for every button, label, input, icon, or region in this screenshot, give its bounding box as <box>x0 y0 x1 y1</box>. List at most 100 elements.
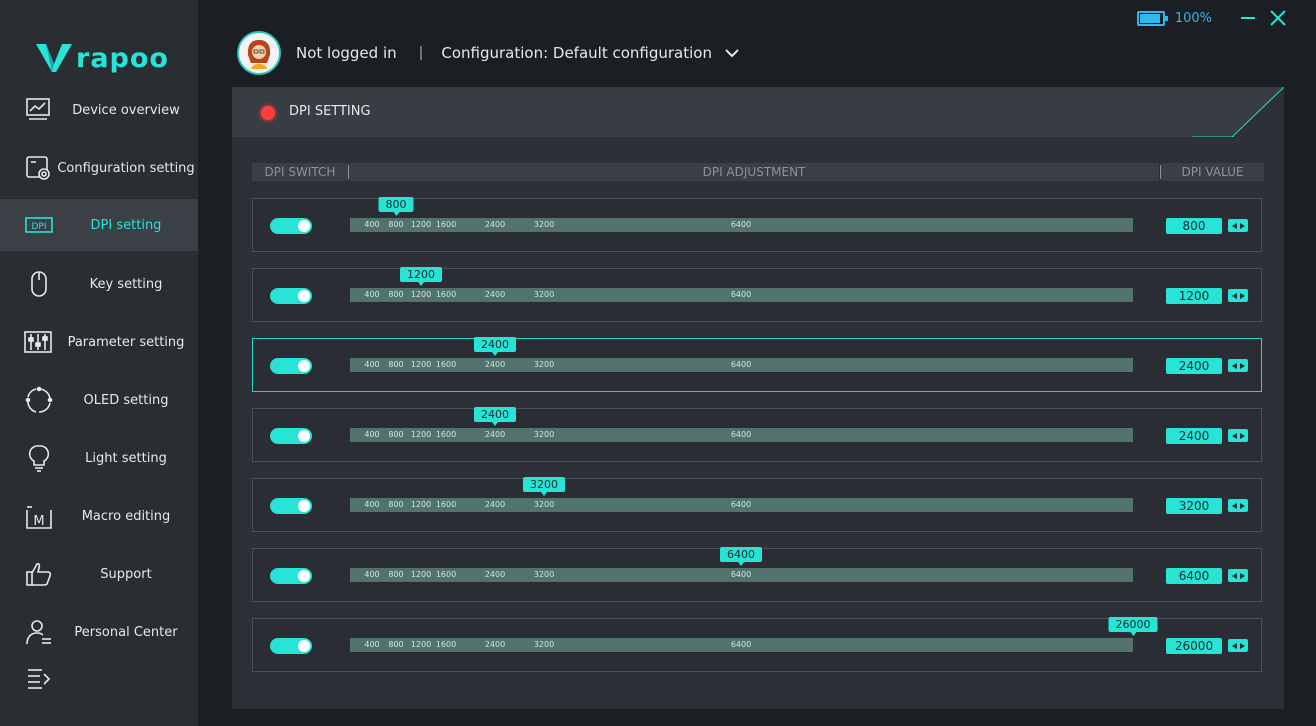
increase-dpi-button[interactable] <box>1239 292 1245 299</box>
decrease-dpi-button[interactable] <box>1231 432 1237 439</box>
dpi-switch-toggle[interactable] <box>270 568 312 584</box>
dpi-slider-track[interactable]: 400 800 1200 1600 2400 3200 6400 2400 <box>350 337 1133 372</box>
dpi-slider-track[interactable]: 400 800 1200 1600 2400 3200 6400 800 <box>350 197 1133 232</box>
dpi-switch-toggle[interactable] <box>270 428 312 444</box>
dpi-tick-label: 800 <box>388 570 404 579</box>
dpi-row[interactable]: 400 800 1200 1600 2400 3200 6400 1200 1200 <box>252 267 1262 322</box>
dpi-stepper <box>1228 569 1248 582</box>
dpi-row[interactable]: 400 800 1200 1600 2400 3200 6400 6400 6400 <box>252 547 1262 602</box>
sidebar-item-oled-setting[interactable]: OLED setting <box>0 374 198 426</box>
increase-dpi-button[interactable] <box>1239 572 1245 579</box>
sidebar-item-macro-editing[interactable]: M Macro editing <box>0 490 198 542</box>
dpi-tick-label: 400 <box>364 220 380 229</box>
dpi-row[interactable]: 400 800 1200 1600 2400 3200 6400 2400 2400 <box>252 337 1262 392</box>
dpi-tick-label: 3200 <box>533 430 555 439</box>
dpi-slider-handle[interactable]: 800 <box>378 197 414 216</box>
configuration-selector[interactable]: Configuration: Default configuration <box>441 44 712 62</box>
avatar[interactable] <box>237 31 281 75</box>
decrease-dpi-button[interactable] <box>1231 222 1237 229</box>
dpi-switch-toggle[interactable] <box>270 288 312 304</box>
dpi-tick-label: 1600 <box>435 570 457 579</box>
dpi-tick-label: 1200 <box>410 220 432 229</box>
increase-dpi-button[interactable] <box>1239 432 1245 439</box>
dpi-switch-toggle[interactable] <box>270 638 312 654</box>
dpi-row[interactable]: 400 800 1200 1600 2400 3200 6400 2400 2400 <box>252 407 1262 462</box>
dpi-slider-track[interactable]: 400 800 1200 1600 2400 3200 6400 26000 <box>350 617 1158 652</box>
dpi-stepper <box>1228 499 1248 512</box>
sidebar-item-support[interactable]: Support <box>0 548 198 600</box>
thumbs-up-icon <box>24 560 54 588</box>
lightbulb-icon <box>24 444 54 472</box>
dpi-tick-label: 6400 <box>730 290 752 299</box>
dpi-value-input[interactable]: 3200 <box>1166 498 1222 514</box>
dpi-row[interactable]: 400 800 1200 1600 2400 3200 6400 3200 3200 <box>252 477 1262 532</box>
dpi-value-input[interactable]: 2400 <box>1166 358 1222 374</box>
decrease-dpi-button[interactable] <box>1231 292 1237 299</box>
chevron-down-icon[interactable] <box>724 45 740 61</box>
decrease-dpi-button[interactable] <box>1231 502 1237 509</box>
dpi-slider-handle[interactable]: 26000 <box>1108 617 1158 636</box>
dpi-row[interactable]: 400 800 1200 1600 2400 3200 6400 800 800 <box>252 197 1262 252</box>
dpi-value-input[interactable]: 2400 <box>1166 428 1222 444</box>
dpi-value-input[interactable]: 800 <box>1166 218 1222 234</box>
decrease-dpi-button[interactable] <box>1231 572 1237 579</box>
dpi-value-input[interactable]: 26000 <box>1166 638 1222 654</box>
column-header-switch: DPI SWITCH <box>252 163 348 181</box>
toggle-knob <box>298 220 310 232</box>
dpi-tick-label: 3200 <box>533 360 555 369</box>
dpi-tick-label: 800 <box>388 360 404 369</box>
sidebar-item-light-setting[interactable]: Light setting <box>0 432 198 484</box>
sidebar-item-configuration-setting[interactable]: Configuration setting <box>0 142 198 194</box>
close-button[interactable] <box>1268 8 1288 28</box>
dpi-slider-handle[interactable]: 1200 <box>400 267 442 286</box>
dpi-tick-label: 1600 <box>435 500 457 509</box>
column-header-adjustment: DPI ADJUSTMENT <box>349 163 1159 181</box>
dpi-tick-label: 400 <box>364 640 380 649</box>
decrease-dpi-button[interactable] <box>1231 362 1237 369</box>
sidebar-item-device-overview[interactable]: Device overview <box>0 84 198 136</box>
battery-icon <box>1136 10 1168 26</box>
toggle-knob <box>298 640 310 652</box>
header: Not logged in | Configuration: Default c… <box>237 30 740 76</box>
dpi-slider-handle[interactable]: 2400 <box>474 407 516 426</box>
sidebar-item-parameter-setting[interactable]: Parameter setting <box>0 316 198 368</box>
dpi-switch-toggle[interactable] <box>270 218 312 234</box>
dpi-slider-handle[interactable]: 6400 <box>720 547 762 566</box>
sidebar-item-label: OLED setting <box>83 392 169 408</box>
dpi-tick-label: 800 <box>388 220 404 229</box>
dpi-tick-label: 1600 <box>435 360 457 369</box>
window-controls: 100% <box>1136 6 1288 30</box>
increase-dpi-button[interactable] <box>1239 502 1245 509</box>
sidebar-item-personal-center[interactable]: Personal Center <box>0 606 198 658</box>
sidebar-item-dpi-setting[interactable]: DPI DPI setting <box>0 199 198 251</box>
svg-text:DPI: DPI <box>31 222 46 232</box>
dpi-slider-track[interactable]: 400 800 1200 1600 2400 3200 6400 1200 <box>350 267 1133 302</box>
dpi-icon: DPI <box>24 211 54 239</box>
status-dot <box>261 106 275 120</box>
dpi-tick-label: 1600 <box>435 430 457 439</box>
dpi-slider-track[interactable]: 400 800 1200 1600 2400 3200 6400 2400 <box>350 407 1133 442</box>
dpi-slider-handle[interactable]: 3200 <box>523 477 565 496</box>
login-status[interactable]: Not logged in <box>296 44 397 62</box>
sidebar-item-key-setting[interactable]: Key setting <box>0 258 198 310</box>
minimize-button[interactable] <box>1238 8 1258 28</box>
collapse-menu-icon[interactable] <box>25 666 53 692</box>
rapoo-logo-icon <box>36 44 72 72</box>
increase-dpi-button[interactable] <box>1239 222 1245 229</box>
dpi-slider-track[interactable]: 400 800 1200 1600 2400 3200 6400 6400 <box>350 547 1133 582</box>
dpi-switch-toggle[interactable] <box>270 498 312 514</box>
toggle-knob <box>298 430 310 442</box>
dpi-tick-label: 6400 <box>730 640 752 649</box>
increase-dpi-button[interactable] <box>1239 642 1245 649</box>
dpi-slider-track[interactable]: 400 800 1200 1600 2400 3200 6400 3200 <box>350 477 1133 512</box>
decrease-dpi-button[interactable] <box>1231 642 1237 649</box>
battery-percentage: 100% <box>1174 10 1212 26</box>
dpi-slider-handle[interactable]: 2400 <box>474 337 516 356</box>
person-icon <box>24 618 54 646</box>
config-gear-icon <box>24 154 54 182</box>
dpi-value-input[interactable]: 1200 <box>1166 288 1222 304</box>
dpi-row[interactable]: 400 800 1200 1600 2400 3200 6400 26000 26000 <box>252 617 1262 672</box>
dpi-value-input[interactable]: 6400 <box>1166 568 1222 584</box>
dpi-switch-toggle[interactable] <box>270 358 312 374</box>
increase-dpi-button[interactable] <box>1239 362 1245 369</box>
